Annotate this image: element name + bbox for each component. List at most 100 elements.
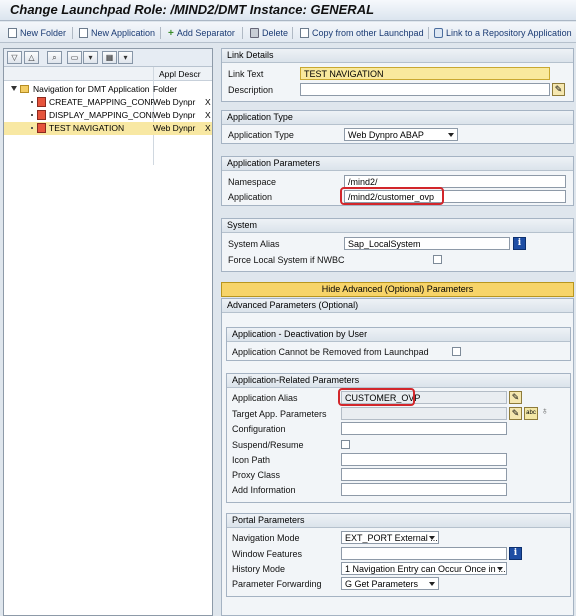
appl-descr-column[interactable]: Appl Descr [153, 67, 212, 81]
system-group: System System Alias Sap_LocalSystem i Fo… [221, 218, 574, 272]
folder-icon [20, 85, 29, 93]
application-icon [37, 110, 46, 120]
edit-icon[interactable]: ✎ [552, 83, 565, 96]
link-icon [434, 28, 443, 38]
history-mode-label: History Mode [232, 564, 286, 574]
delete-button[interactable]: Delete [250, 27, 288, 39]
abc-icon[interactable]: abc [524, 407, 538, 420]
group-header: Link Details [222, 49, 573, 63]
chevron-down-icon [448, 133, 454, 137]
target-params-label: Target App. Parameters [232, 409, 327, 419]
chevron-down-icon [429, 536, 435, 540]
edit-icon[interactable]: ✎ [509, 407, 522, 420]
application-type-group: Application Type Application Type Web Dy… [221, 110, 574, 144]
chevron-down-icon [429, 582, 435, 586]
title-bar: Change Launchpad Role: /MIND2/DMT Instan… [0, 0, 576, 21]
tree-item[interactable]: CREATE_MAPPING_CONFI Web Dynpr X [4, 96, 212, 109]
advanced-parameters-group: Advanced Parameters (Optional) Applicati… [221, 298, 574, 616]
tree-root-folder[interactable]: Navigation for DMT Application Folder [4, 83, 212, 96]
highlight-callout [340, 187, 444, 205]
group-header: Application Type [222, 111, 573, 125]
configuration-label: Configuration [232, 424, 286, 434]
tree-column-header: Appl Descr [4, 67, 212, 81]
application-type-select[interactable]: Web Dynpro ABAP [344, 128, 458, 141]
description-label: Description [228, 85, 274, 95]
hide-advanced-button[interactable]: Hide Advanced (Optional) Parameters [221, 282, 574, 297]
proxy-class-field[interactable] [341, 468, 507, 481]
parameter-forwarding-label: Parameter Forwarding [232, 579, 322, 589]
copy-from-launchpad-button[interactable]: Copy from other Launchpad [300, 27, 424, 39]
application-icon [37, 123, 46, 133]
window-features-label: Window Features [232, 549, 303, 559]
expand-all-icon[interactable]: ▽ [7, 51, 22, 64]
force-local-label: Force Local System if NWBC [228, 255, 345, 265]
find-icon[interactable]: ⌕ [47, 51, 62, 64]
expand-triangle-icon[interactable] [11, 86, 17, 91]
tree-item[interactable]: DISPLAY_MAPPING_CONFI Web Dynpr X [4, 109, 212, 122]
application-type-label: Application Type [228, 130, 294, 140]
layout-dropdown-icon[interactable]: ▾ [118, 51, 133, 64]
cannot-remove-checkbox[interactable] [452, 347, 461, 356]
history-mode-select[interactable]: 1 Navigation Entry can Occur Once in ... [341, 562, 507, 575]
add-information-label: Add Information [232, 485, 296, 495]
group-header: Portal Parameters [227, 514, 570, 528]
bulb-icon[interactable]: ♁ [541, 406, 549, 417]
window-features-field[interactable] [341, 547, 507, 560]
page-icon [8, 28, 17, 38]
suspend-resume-label: Suspend/Resume [232, 440, 304, 450]
parameter-forwarding-select[interactable]: G Get Parameters [341, 577, 439, 590]
proxy-class-label: Proxy Class [232, 470, 281, 480]
system-alias-field[interactable]: Sap_LocalSystem [344, 237, 510, 250]
navigation-mode-select[interactable]: EXT_PORT External ... [341, 531, 439, 544]
deactivation-group: Application - Deactivation by User Appli… [226, 327, 571, 361]
link-details-group: Link Details Link Text TEST NAVIGATION D… [221, 48, 574, 102]
link-repository-button[interactable]: Link to a Repository Application [434, 27, 572, 39]
group-header: System [222, 219, 573, 233]
navigation-tree-panel: ▽ △ ⌕ ▭ ▾ ▦ ▾ Appl Descr Navigation for … [3, 48, 213, 616]
info-icon[interactable]: i [513, 237, 526, 250]
description-field[interactable] [300, 83, 550, 96]
application-alias-label: Application Alias [232, 393, 298, 403]
force-local-checkbox[interactable] [433, 255, 442, 264]
copy-icon [300, 28, 309, 38]
print-icon[interactable]: ▭ [67, 51, 82, 64]
plus-icon: + [168, 28, 174, 39]
layout-icon[interactable]: ▦ [102, 51, 117, 64]
toolbar: New Folder New Application + Add Separato… [0, 22, 576, 43]
trash-icon [250, 28, 259, 38]
add-separator-button[interactable]: + Add Separator [168, 27, 235, 39]
target-params-field[interactable] [341, 407, 507, 420]
icon-path-label: Icon Path [232, 455, 271, 465]
group-header: Application - Deactivation by User [227, 328, 570, 342]
group-header: Application-Related Parameters [227, 374, 570, 388]
system-alias-label: System Alias [228, 239, 280, 249]
tree-item-selected[interactable]: TEST NAVIGATION Web Dynpr X [4, 122, 212, 135]
tree-toolbar: ▽ △ ⌕ ▭ ▾ ▦ ▾ [4, 49, 212, 67]
link-text-field[interactable]: TEST NAVIGATION [300, 67, 550, 80]
new-folder-button[interactable]: New Folder [8, 27, 66, 39]
application-related-group: Application-Related Parameters Applicati… [226, 373, 571, 503]
namespace-label: Namespace [228, 177, 277, 187]
group-header: Advanced Parameters (Optional) [222, 299, 573, 313]
configuration-field[interactable] [341, 422, 507, 435]
application-icon [37, 97, 46, 107]
group-header: Application Parameters [222, 157, 573, 171]
page-title: Change Launchpad Role: /MIND2/DMT Instan… [10, 2, 375, 17]
collapse-all-icon[interactable]: △ [24, 51, 39, 64]
info-icon[interactable]: i [509, 547, 522, 560]
edit-icon[interactable]: ✎ [509, 391, 522, 404]
application-parameters-group: Application Parameters Namespace /mind2/… [221, 156, 574, 206]
application-label: Application [228, 192, 273, 202]
chevron-down-icon [497, 567, 503, 571]
add-information-field[interactable] [341, 483, 507, 496]
portal-parameters-group: Portal Parameters Navigation Mode EXT_PO… [226, 513, 571, 597]
navigation-mode-label: Navigation Mode [232, 533, 300, 543]
dropdown-icon[interactable]: ▾ [83, 51, 98, 64]
new-application-button[interactable]: New Application [79, 27, 155, 39]
suspend-resume-checkbox[interactable] [341, 440, 350, 449]
link-text-label: Link Text [228, 69, 264, 79]
highlight-callout [338, 388, 415, 406]
details-panel: Link Details Link Text TEST NAVIGATION D… [221, 48, 575, 616]
icon-path-field[interactable] [341, 453, 507, 466]
cannot-remove-label: Application Cannot be Removed from Launc… [232, 347, 429, 357]
